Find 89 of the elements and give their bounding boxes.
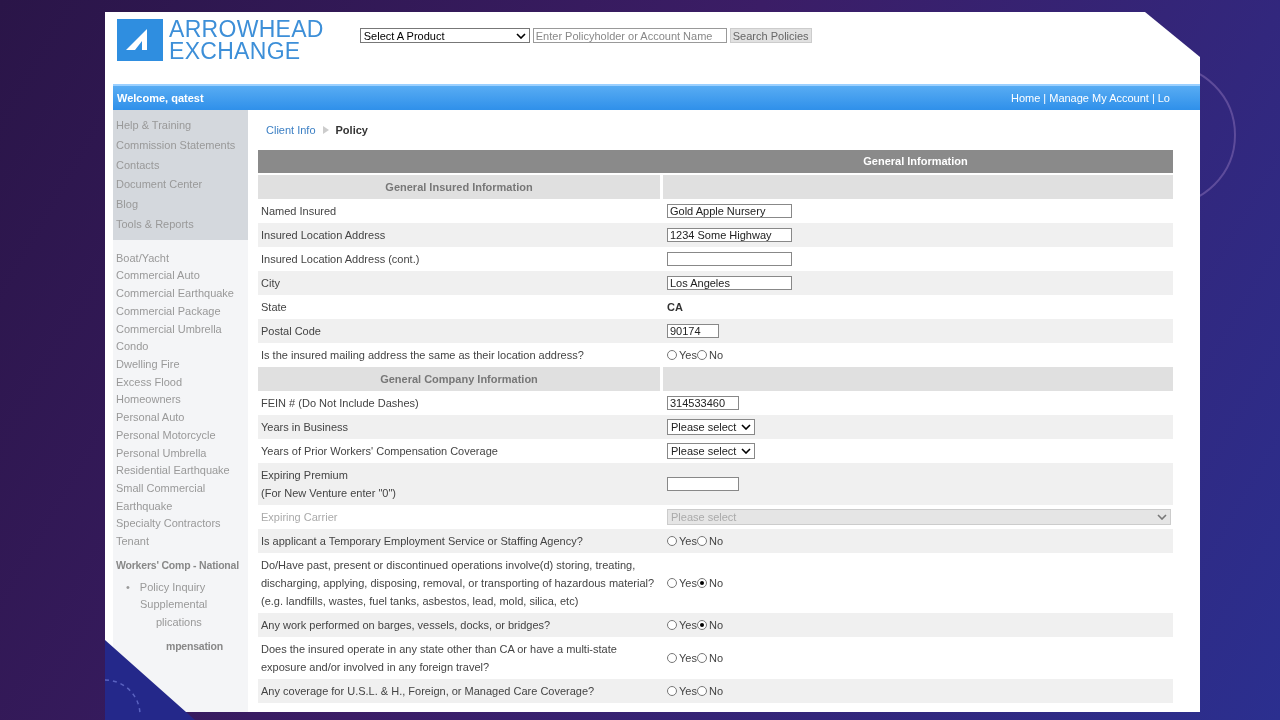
radio-option[interactable]: No	[696, 652, 723, 664]
field-label: Insured Location Address (cont.)	[261, 252, 420, 267]
section-title: mpensation	[166, 638, 223, 654]
input-field[interactable]	[667, 477, 739, 491]
product-select[interactable]: Select A Product	[359, 28, 530, 43]
radio-option[interactable]: No	[696, 685, 723, 697]
input-field[interactable]: 314533460	[667, 396, 739, 410]
nav-link[interactable]: Manage My Account	[1049, 92, 1149, 104]
radio-option[interactable]: Yes	[667, 685, 697, 697]
radio-option[interactable]: No	[696, 535, 723, 547]
radio-option[interactable]: No	[696, 349, 723, 361]
radio-option[interactable]: No	[696, 577, 723, 589]
caret-icon	[741, 424, 751, 430]
radio-option[interactable]: Yes	[667, 349, 697, 361]
radio-option[interactable]: Yes	[667, 652, 697, 664]
product-link[interactable]: Personal Auto	[116, 409, 185, 427]
field-label: Do/Have past, present or discontinued operations involve(d) storing, treating, discharging, applying, disposing, removal, or transporting of hazardous material? (e.g. landfills, wastes, fuel tanks, asbestos, lead, mold, silica, etc)	[261, 558, 655, 609]
dropdown[interactable]: Please select	[667, 419, 755, 435]
product-link[interactable]: Commercial Umbrella	[116, 320, 222, 339]
bullet-text: •	[126, 579, 130, 595]
field-label: Any work performed on barges, vessels, docks, or bridges?	[261, 618, 551, 633]
breadcrumb-link[interactable]: Policy	[335, 124, 368, 136]
breadcrumb-link[interactable]: Client Info	[266, 124, 316, 136]
caret-icon	[1157, 514, 1167, 520]
product-link[interactable]: Homeowners	[116, 391, 181, 410]
search-field[interactable]: Enter Policyholder or Account Name	[532, 28, 727, 43]
field-label: State	[261, 300, 287, 315]
nav-link[interactable]: Lo	[1157, 92, 1170, 104]
input-field[interactable]: Los Angeles	[667, 276, 792, 290]
field-label: Is the insured mailing address the same as their location address?	[261, 348, 584, 363]
field-value: CA	[667, 301, 683, 313]
product-link[interactable]: Small Commercial Earthquake	[116, 479, 245, 516]
dropdown[interactable]: Please select	[667, 443, 755, 459]
product-link[interactable]: Commercial Package	[116, 302, 221, 321]
caret-icon	[515, 32, 526, 39]
field-label: Any coverage for U.S.L. & H., Foreign, or Managed Care Coverage?	[261, 684, 595, 699]
field-label: Years of Prior Workers' Compensation Coverage	[261, 444, 498, 459]
separator-text: |	[1151, 92, 1155, 104]
product-link[interactable]: Condo	[116, 338, 149, 356]
radio-option[interactable]: Yes	[667, 535, 697, 547]
product-link[interactable]: Excess Flood	[116, 373, 183, 392]
field-label: City	[261, 276, 280, 291]
input-field[interactable]: 1234 Some Highway	[667, 228, 792, 242]
product-link[interactable]: Commercial Earthquake	[116, 285, 234, 303]
field-label: Expiring Premium (For New Venture enter "0")	[261, 468, 396, 501]
radio-option[interactable]: Yes	[667, 577, 697, 589]
logo-text: EXCHANGE	[169, 40, 302, 62]
section-heading: General Company Information	[258, 367, 660, 391]
sub-link[interactable]: Policy Inquiry	[139, 578, 206, 597]
sub-link[interactable]: plications	[156, 614, 202, 632]
field-label: Named Insured	[261, 204, 337, 219]
sidebar-link[interactable]: Document Center	[116, 175, 203, 196]
field-label: Expiring Carrier	[261, 510, 338, 525]
sub-link[interactable]: Supplemental	[140, 596, 208, 615]
field-label: Insured Location Address	[261, 228, 386, 243]
logo-text: ARROWHEAD	[169, 18, 324, 40]
input-field[interactable]: 90174	[667, 324, 719, 338]
welcome-text: Welcome, qatest	[117, 92, 204, 104]
product-link[interactable]: Commercial Auto	[116, 267, 200, 286]
form-title: General Information	[258, 150, 1173, 173]
radio-option[interactable]: No	[696, 619, 723, 631]
product-link[interactable]: Boat/Yacht	[116, 249, 169, 268]
field-label: FEIN # (Do Not Include Dashes)	[261, 396, 419, 411]
field-label: Years in Business	[261, 420, 349, 435]
field-label: Does the insured operate in any state other than CA or have a multi-state exposure and/or involved in any foreign travel?	[261, 642, 617, 675]
field-label: Postal Code	[261, 324, 321, 339]
arrow-logo-icon	[117, 19, 163, 61]
input-field[interactable]: Gold Apple Nursery	[667, 204, 792, 218]
caret-icon	[741, 448, 751, 454]
sidebar-link[interactable]: Commission Statements	[116, 135, 236, 156]
section-title: Workers' Comp - National	[116, 557, 239, 573]
sidebar-link[interactable]: Help & Training	[116, 116, 192, 136]
input-field[interactable]	[667, 252, 792, 266]
section-heading: General Insured Information	[258, 175, 660, 199]
product-link[interactable]: Personal Umbrella	[116, 444, 207, 463]
chevron-icon	[322, 126, 329, 134]
sidebar-link[interactable]: Contacts	[116, 155, 160, 176]
product-link[interactable]: Residential Earthquake	[116, 462, 230, 480]
product-link[interactable]: Specialty Contractors	[116, 515, 221, 534]
field-label: Is applicant a Temporary Employment Service or Staffing Agency?	[261, 534, 583, 549]
radio-option[interactable]: Yes	[667, 619, 697, 631]
product-link[interactable]: Tenant	[116, 533, 150, 551]
sidebar-link[interactable]: Tools & Reports	[116, 215, 194, 235]
product-link[interactable]: Dwelling Fire	[116, 356, 180, 374]
search-button[interactable]: Search Policies	[729, 28, 812, 43]
nav-link[interactable]: Home	[1011, 92, 1041, 104]
product-link[interactable]: Personal Motorcycle	[116, 426, 216, 445]
sidebar-link[interactable]: Blog	[116, 195, 139, 215]
separator-text: |	[1043, 92, 1047, 104]
